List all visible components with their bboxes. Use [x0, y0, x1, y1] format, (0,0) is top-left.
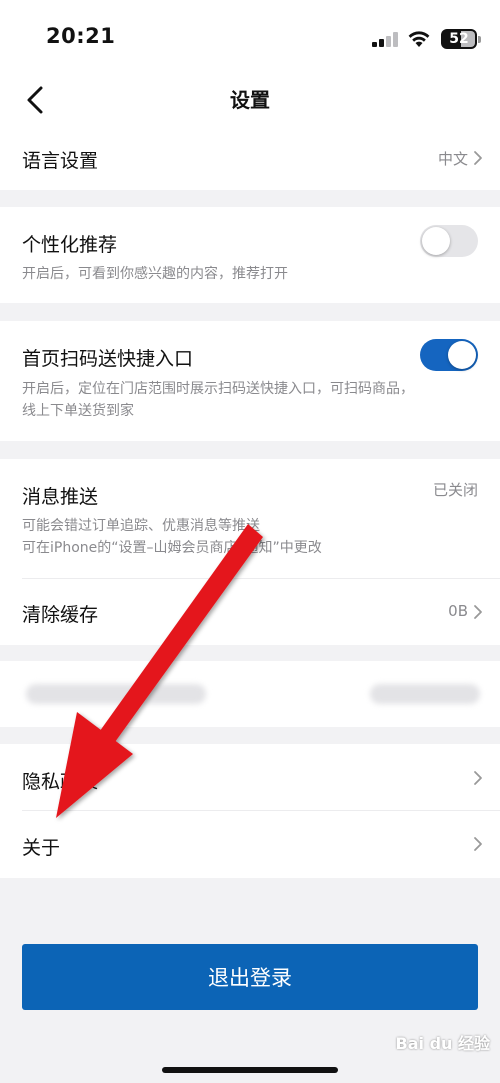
chevron-right-icon — [474, 151, 482, 165]
battery-level: 52 — [449, 31, 469, 47]
scan-shortcut-label: 首页扫码送快捷入口 — [22, 348, 194, 370]
page-title: 设置 — [230, 88, 270, 112]
scan-shortcut-desc-line1: 开启后，定位在门店范围时展示扫码送快捷入口，可扫码商品， — [22, 381, 414, 397]
notifications-status: 已关闭 — [432, 481, 478, 499]
language-setting-value: 中文 — [437, 150, 468, 168]
privacy-policy-row[interactable]: 隐私政策 — [0, 744, 500, 810]
nav-bar: 设置 — [0, 76, 500, 126]
scan-shortcut-row: 首页扫码送快捷入口 开启后，定位在门店范围时展示扫码送快捷入口，可扫码商品， 线… — [0, 321, 500, 441]
notifications-label: 消息推送 — [22, 486, 99, 508]
privacy-about-card: 隐私政策 关于 — [0, 744, 500, 878]
cache-size-value: 0B — [448, 602, 468, 620]
chevron-right-icon — [474, 605, 482, 619]
language-setting-label: 语言设置 — [22, 150, 99, 172]
scan-shortcut-toggle[interactable] — [420, 339, 478, 371]
chevron-right-icon — [474, 837, 482, 851]
wifi-icon — [408, 31, 430, 47]
clear-cache-row[interactable]: 清除缓存 0B — [0, 579, 500, 645]
notifications-desc-line2: 可在iPhone的“设置–山姆会员商店–通知”中更改 — [22, 540, 322, 556]
privacy-policy-label: 隐私政策 — [22, 771, 99, 793]
status-time: 20:21 — [46, 24, 116, 48]
scan-shortcut-desc-line2: 线上下单送货到家 — [22, 403, 134, 419]
toggle-knob — [448, 341, 476, 369]
personalized-recommendation-label: 个性化推荐 — [22, 234, 118, 256]
chevron-right-icon — [474, 771, 482, 785]
redacted-value-blur — [370, 684, 480, 704]
clear-cache-label: 清除缓存 — [22, 604, 99, 626]
home-indicator — [162, 1067, 338, 1073]
language-setting-row[interactable]: 语言设置 中文 — [0, 126, 500, 190]
battery-cap — [478, 36, 481, 43]
redacted-label-blur — [26, 684, 206, 704]
notifications-cache-card: 消息推送 已关闭 可能会错过订单追踪、优惠消息等推送 可在iPhone的“设置–… — [0, 459, 500, 645]
notifications-row[interactable]: 消息推送 已关闭 可能会错过订单追踪、优惠消息等推送 可在iPhone的“设置–… — [0, 459, 500, 578]
cellular-signal-icon — [372, 31, 400, 47]
redacted-row[interactable] — [0, 661, 500, 727]
status-bar: 20:21 52 — [0, 0, 500, 76]
toggle-knob — [422, 227, 450, 255]
baidu-jingyan-watermark: Bai du 经验 — [395, 1034, 490, 1053]
logout-button[interactable]: 退出登录 — [22, 944, 478, 1010]
battery-icon: 52 — [441, 29, 477, 49]
settings-screen: 20:21 52 设置 语言设置 中文 个性化推荐 开启后，可看到你感兴趣的内容… — [0, 0, 500, 1083]
personalized-recommendation-toggle[interactable] — [420, 225, 478, 257]
about-row[interactable]: 关于 — [0, 811, 500, 878]
personalized-recommendation-row: 个性化推荐 开启后，可看到你感兴趣的内容，推荐打开 — [0, 207, 500, 303]
personalized-recommendation-desc: 开启后，可看到你感兴趣的内容，推荐打开 — [22, 266, 288, 282]
notifications-desc-line1: 可能会错过订单追踪、优惠消息等推送 — [22, 518, 260, 534]
about-label: 关于 — [22, 837, 61, 859]
